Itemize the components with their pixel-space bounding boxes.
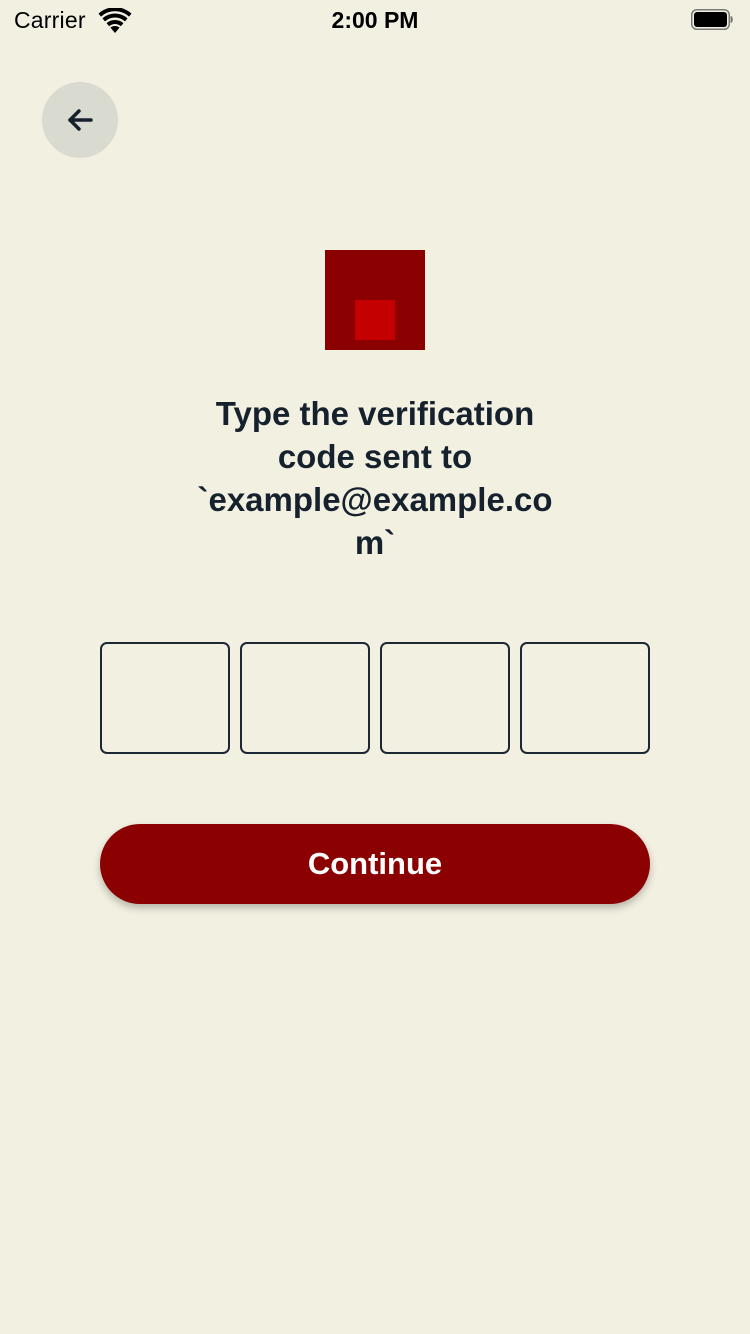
code-digit-4-input[interactable]: [520, 642, 650, 754]
battery-icon: [691, 9, 733, 30]
code-digit-3-input[interactable]: [380, 642, 510, 754]
app-logo: [325, 250, 425, 350]
page-title-line: m`: [354, 524, 396, 561]
continue-button-label: Continue: [307, 846, 443, 881]
status-time: 2:00 PM: [331, 7, 419, 33]
page-title-line: code sent to: [277, 438, 473, 475]
page-title-line: Type the verification: [215, 395, 535, 432]
verification-code-inputs: [100, 642, 650, 754]
arrow-left-icon: [68, 109, 93, 131]
status-bar: Carrier 2:00 PM: [0, 0, 750, 40]
app-logo-inner: [355, 300, 395, 340]
code-digit-1-input[interactable]: [100, 642, 230, 754]
page-title-line: `example@example.co: [197, 481, 553, 518]
page-title: Type the verification code sent to `exam…: [175, 392, 575, 564]
code-digit-2-input[interactable]: [240, 642, 370, 754]
continue-button[interactable]: Continue: [100, 824, 650, 904]
back-button[interactable]: [42, 82, 118, 158]
